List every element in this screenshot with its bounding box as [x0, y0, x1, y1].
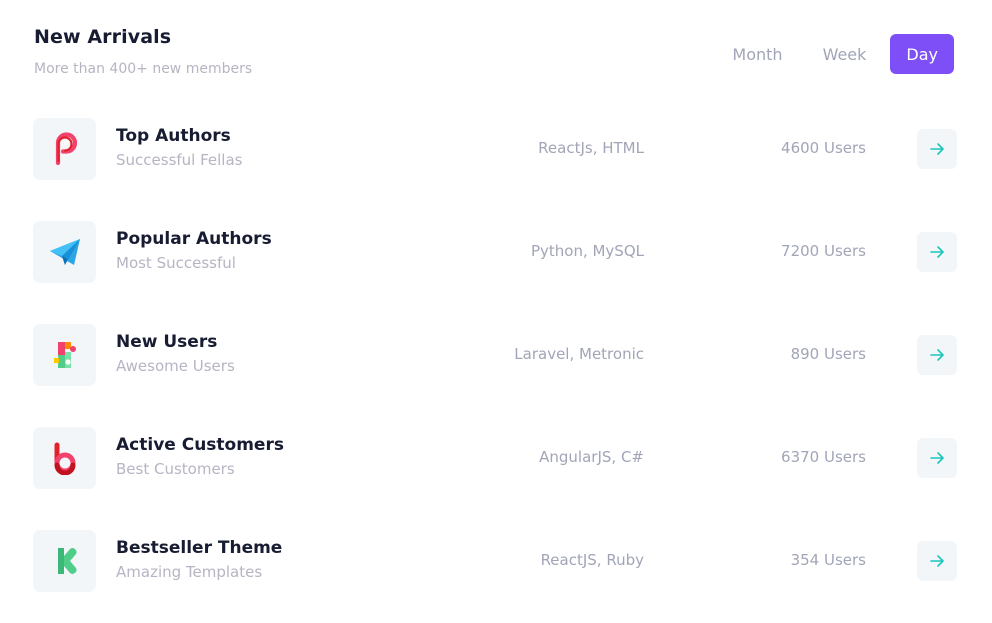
arrow-right-icon	[930, 349, 944, 361]
arrow-right-icon	[930, 555, 944, 567]
row-technologies: AngularJS, C#	[539, 448, 644, 466]
row-description: Best Customers	[116, 460, 235, 478]
plurk-logo-icon	[33, 118, 96, 180]
row-name: New Users	[116, 332, 218, 352]
row-open-button[interactable]	[917, 129, 957, 169]
row-name: Bestseller Theme	[116, 538, 283, 558]
row-open-button[interactable]	[917, 541, 957, 581]
row-users: 6370 Users	[781, 448, 866, 466]
row-name: Active Customers	[116, 435, 284, 455]
row-open-button[interactable]	[917, 438, 957, 478]
bebo-logo-icon	[33, 427, 96, 489]
row-users: 4600 Users	[781, 139, 866, 157]
tab-week[interactable]: Week	[807, 34, 883, 74]
tab-day[interactable]: Day	[890, 34, 954, 74]
list-item: Top Authors Successful Fellas ReactJs, H…	[33, 118, 957, 221]
card-header: New Arrivals More than 400+ new members	[34, 26, 252, 77]
arrow-right-icon	[930, 246, 944, 258]
row-description: Most Successful	[116, 254, 236, 272]
row-users: 354 Users	[790, 551, 866, 569]
row-description: Amazing Templates	[116, 563, 263, 581]
period-tabs: Month Week Day	[716, 34, 954, 74]
arrivals-list: Top Authors Successful Fellas ReactJs, H…	[33, 118, 957, 623]
card-subtitle: More than 400+ new members	[34, 61, 253, 77]
row-description: Awesome Users	[116, 357, 235, 375]
list-item: Active Customers Best Customers AngularJ…	[33, 427, 957, 530]
vimeo-puzzle-logo-icon	[33, 324, 96, 386]
telegram-logo-icon	[33, 221, 96, 283]
list-item: New Users Awesome Users Laravel, Metroni…	[33, 324, 957, 427]
row-technologies: Python, MySQL	[530, 242, 644, 260]
row-name: Popular Authors	[116, 229, 272, 249]
row-users: 7200 Users	[781, 242, 866, 260]
list-item: Bestseller Theme Amazing Templates React…	[33, 530, 957, 623]
row-open-button[interactable]	[917, 232, 957, 272]
tab-month[interactable]: Month	[716, 34, 798, 74]
arrow-right-icon	[930, 143, 944, 155]
row-technologies: Laravel, Metronic	[514, 345, 644, 363]
row-technologies: ReactJS, Ruby	[540, 551, 644, 569]
list-item: Popular Authors Most Successful Python, …	[33, 221, 957, 324]
row-description: Successful Fellas	[116, 151, 243, 169]
card-title: New Arrivals	[34, 26, 172, 48]
row-open-button[interactable]	[917, 335, 957, 375]
row-users: 890 Users	[790, 345, 866, 363]
row-name: Top Authors	[116, 126, 231, 146]
arrow-right-icon	[930, 452, 944, 464]
row-technologies: ReactJs, HTML	[538, 139, 644, 157]
kickstarter-logo-icon	[33, 530, 96, 592]
